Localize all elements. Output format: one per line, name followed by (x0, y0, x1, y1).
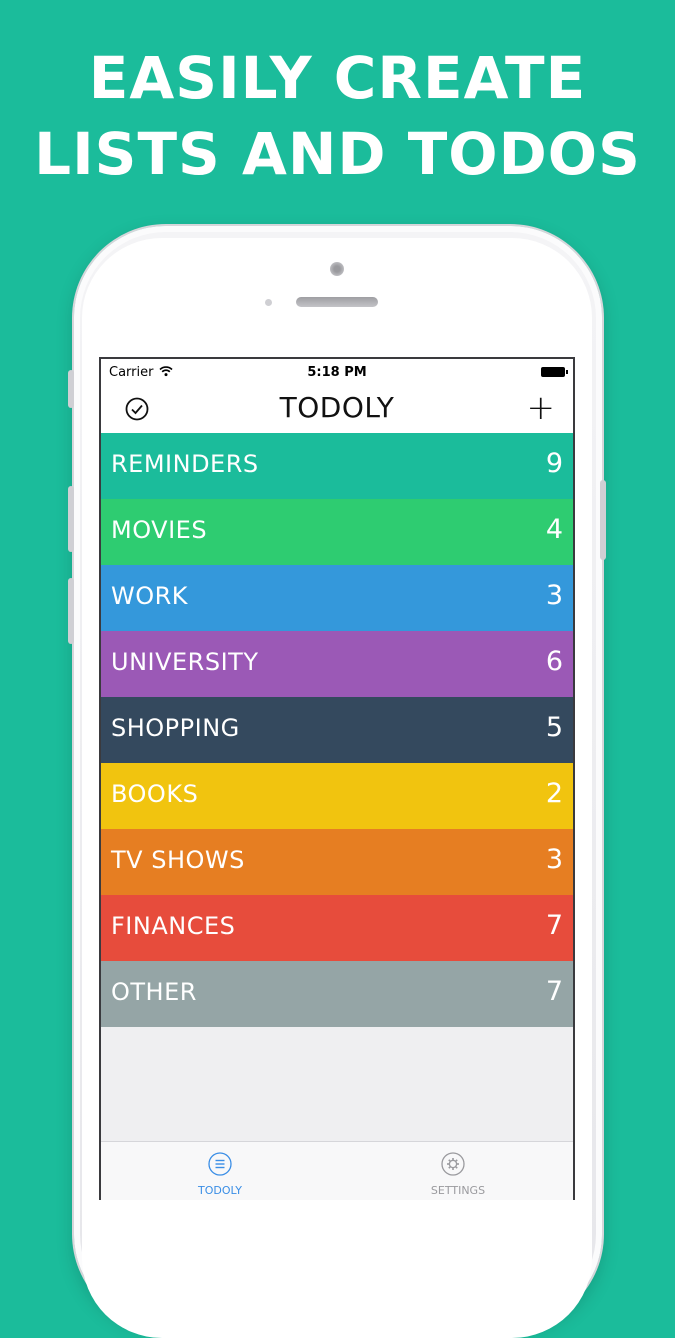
tab-settings[interactable]: SETTINGS (339, 1142, 573, 1200)
list-item-count: 3 (545, 580, 563, 611)
list-item-count: 4 (545, 514, 563, 545)
proximity-sensor (265, 299, 272, 306)
list-item-label: SHOPPING (111, 714, 240, 742)
front-camera (330, 262, 344, 276)
list-item-count: 7 (545, 976, 563, 1007)
tab-label: TODOLY (198, 1184, 242, 1197)
volume-up-button (68, 486, 74, 552)
status-time: 5:18 PM (307, 365, 367, 380)
mute-switch (68, 370, 74, 408)
list-collection: REMINDERS 9 MOVIES 4 WORK 3 UNIVERSITY 6… (101, 433, 573, 1027)
list-item-label: OTHER (111, 978, 197, 1006)
add-list-button[interactable]: + (527, 391, 556, 425)
power-button (600, 480, 606, 560)
list-item-count: 5 (545, 712, 563, 743)
list-item-tv-shows[interactable]: TV SHOWS 3 (101, 829, 573, 895)
list-item-movies[interactable]: MOVIES 4 (101, 499, 573, 565)
nav-bar: TODOLY + (101, 387, 573, 433)
volume-down-button (68, 578, 74, 644)
battery-icon (541, 367, 568, 377)
list-icon (208, 1152, 232, 1176)
list-item-count: 9 (545, 448, 563, 479)
list-item-work[interactable]: WORK 3 (101, 565, 573, 631)
gear-icon (441, 1152, 465, 1176)
list-item-label: REMINDERS (111, 450, 259, 478)
list-item-label: TV SHOWS (111, 846, 245, 874)
status-bar: Carrier 5:18 PM (101, 359, 573, 387)
list-item-reminders[interactable]: REMINDERS 9 (101, 433, 573, 499)
headline-line-1: EASILY CREATE (88, 44, 587, 112)
list-item-count: 3 (545, 844, 563, 875)
list-item-label: MOVIES (111, 516, 208, 544)
list-item-books[interactable]: BOOKS 2 (101, 763, 573, 829)
list-item-finances[interactable]: FINANCES 7 (101, 895, 573, 961)
tab-label: SETTINGS (430, 1184, 486, 1197)
app-screen: Carrier 5:18 PM TODOLY + REMINDERS 9 MOV… (99, 357, 575, 1200)
list-item-label: UNIVERSITY (111, 648, 259, 676)
list-item-shopping[interactable]: SHOPPING 5 (101, 697, 573, 763)
list-item-count: 7 (545, 910, 563, 941)
list-item-label: FINANCES (111, 912, 236, 940)
page-title: TODOLY (279, 391, 395, 424)
list-item-other[interactable]: OTHER 7 (101, 961, 573, 1027)
tab-bar: TODOLY SETTINGS (101, 1141, 573, 1200)
list-item-label: WORK (111, 582, 189, 610)
headline: EASILY CREATE LISTS AND TODOS (0, 40, 675, 192)
list-item-label: BOOKS (111, 780, 199, 808)
list-item-university[interactable]: UNIVERSITY 6 (101, 631, 573, 697)
list-item-count: 2 (545, 778, 563, 809)
list-item-count: 6 (545, 646, 563, 677)
tab-todoly[interactable]: TODOLY (101, 1142, 339, 1200)
headline-line-2: LISTS AND TODOS (34, 120, 641, 188)
earpiece-speaker (296, 297, 378, 307)
